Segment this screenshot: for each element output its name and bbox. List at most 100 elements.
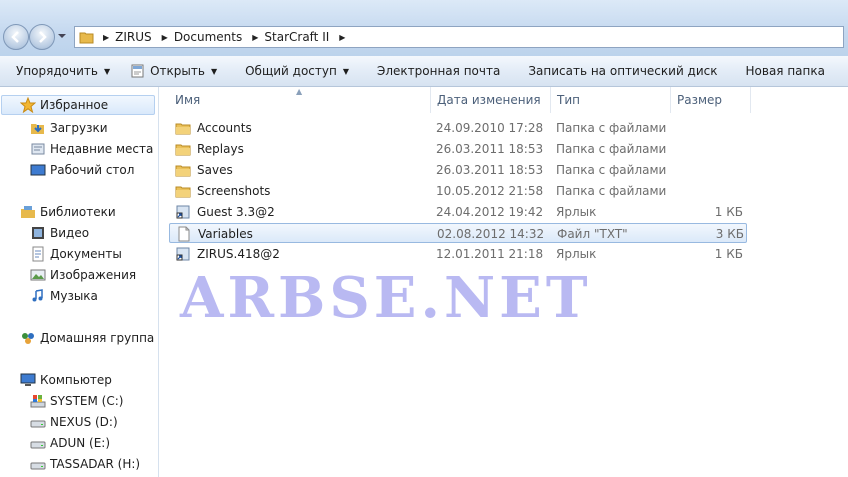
libraries-icon	[21, 206, 35, 218]
nav-downloads[interactable]: Загрузки	[30, 118, 108, 138]
nav-computer[interactable]: Компьютер	[20, 370, 112, 390]
file-row[interactable]: Replays 26.03.2011 18:53 Папка с файлами	[169, 139, 747, 159]
music-icon	[32, 289, 43, 302]
file-row[interactable]: Accounts 24.09.2010 17:28 Папка с файлами	[169, 118, 747, 138]
burn-button[interactable]: Записать на оптический диск	[520, 56, 725, 86]
breadcrumb-documents[interactable]: Documents	[174, 30, 242, 44]
file-name: Replays	[197, 142, 244, 156]
column-name-label: Имя	[175, 93, 201, 107]
history-dropdown-icon[interactable]	[56, 28, 68, 44]
column-header-date[interactable]: Дата изменения	[431, 87, 551, 113]
file-row[interactable]: Variables 02.08.2012 14:32 Файл "TXT" 3 КБ	[169, 223, 747, 243]
file-row[interactable]: Screenshots 10.05.2012 21:58 Папка с файла…	[169, 181, 747, 201]
nav-recent[interactable]: Недавние места	[30, 139, 153, 159]
file-row[interactable]: Guest 3.3@2 24.04.2012 19:42 Ярлык 1 КБ	[169, 202, 747, 222]
nav-homegroup[interactable]: Домашняя группа	[20, 328, 154, 348]
nav-drive-d[interactable]: NEXUS (D:)	[30, 412, 118, 432]
star-icon	[20, 97, 36, 113]
breadcrumb-starcraft[interactable]: StarCraft II	[264, 30, 329, 44]
share-button[interactable]: Общий доступ ▼	[237, 56, 357, 86]
chevron-down-icon: ▼	[103, 66, 111, 76]
nav-music[interactable]: Музыка	[30, 286, 98, 306]
file-row[interactable]: Saves 26.03.2011 18:53 Папка с файлами	[169, 160, 747, 180]
nav-drive-h-label: TASSADAR (H:)	[50, 457, 141, 471]
system-drive-icon	[30, 395, 46, 408]
column-header-type[interactable]: Тип	[551, 87, 671, 113]
nav-libraries[interactable]: Библиотеки	[20, 202, 116, 222]
file-row[interactable]: ZIRUS.418@2 12.01.2011 21:18 Ярлык 1 КБ	[169, 244, 747, 264]
desktop-icon	[30, 164, 46, 176]
file-name: Guest 3.3@2	[197, 205, 275, 219]
nav-desktop-label: Рабочий стол	[50, 163, 135, 177]
address-field[interactable]: ▶ ZIRUS ▶ Documents ▶ StarCraft II ▶	[74, 26, 844, 48]
column-date-label: Дата изменения	[437, 93, 541, 107]
file-size	[663, 139, 743, 159]
nav-desktop[interactable]: Рабочий стол	[30, 160, 134, 180]
documents-icon	[32, 246, 44, 262]
nav-pictures-label: Изображения	[50, 268, 137, 282]
email-button[interactable]: Электронная почта	[369, 56, 508, 86]
open-icon	[131, 64, 144, 78]
file-date: 10.05.2012 21:58	[436, 184, 544, 198]
new-folder-label: Новая папка	[745, 64, 825, 78]
column-size-label: Размер	[677, 93, 723, 107]
recent-places-icon	[31, 143, 45, 155]
file-size	[663, 181, 743, 201]
homegroup-icon	[22, 333, 34, 344]
burn-label: Записать на оптический диск	[528, 64, 718, 78]
email-label: Электронная почта	[376, 64, 501, 78]
file-size	[663, 160, 743, 180]
nav-libraries-label: Библиотеки	[40, 205, 116, 219]
address-bar-region: ▶ ZIRUS ▶ Documents ▶ StarCraft II ▶	[0, 0, 848, 56]
open-button[interactable]: Открыть ▼	[122, 56, 225, 86]
file-name: Accounts	[197, 121, 252, 135]
file-date: 24.09.2010 17:28	[436, 121, 544, 135]
organize-label: Упорядочить	[16, 64, 98, 78]
column-header-size[interactable]: Размер	[671, 87, 751, 113]
nav-favorites[interactable]: Избранное	[1, 95, 155, 115]
chevron-down-icon: ▼	[342, 66, 349, 76]
nav-favorites-label: Избранное	[40, 98, 109, 112]
nav-drive-d-label: NEXUS (D:)	[50, 415, 118, 429]
nav-drive-e[interactable]: ADUN (E:)	[30, 433, 110, 453]
watermark: ARBSE.NET	[180, 265, 592, 331]
breadcrumb-zirus[interactable]: ZIRUS	[115, 30, 152, 44]
forward-arrow-icon	[39, 31, 47, 43]
nav-video[interactable]: Видео	[30, 223, 89, 243]
file-name: Variables	[198, 227, 253, 241]
open-label: Открыть	[150, 64, 205, 78]
file-name: ZIRUS.418@2	[197, 247, 280, 261]
file-name: Saves	[197, 163, 233, 177]
forward-button[interactable]	[29, 24, 55, 50]
file-type: Папка с файлами	[556, 121, 667, 135]
file-size	[663, 118, 743, 138]
file-size: 1 КБ	[714, 205, 743, 219]
folder-icon	[175, 144, 191, 156]
folder-icon	[175, 186, 191, 198]
computer-icon	[20, 373, 36, 386]
file-type: Папка с файлами	[556, 163, 667, 177]
folder-icon	[79, 32, 94, 44]
nav-drive-c-label: SYSTEM (C:)	[50, 394, 124, 408]
file-type: Папка с файлами	[556, 184, 667, 198]
text-file-icon	[178, 226, 190, 242]
chevron-down-icon: ▼	[210, 66, 218, 76]
nav-video-label: Видео	[50, 226, 90, 240]
nav-documents[interactable]: Документы	[30, 244, 122, 264]
nav-computer-label: Компьютер	[40, 373, 112, 387]
drive-icon	[30, 420, 46, 428]
folder-icon	[175, 123, 191, 135]
nav-recent-label: Недавние места	[50, 142, 154, 156]
nav-drive-h[interactable]: TASSADAR (H:)	[30, 454, 140, 474]
sort-ascending-icon: ▲	[296, 87, 303, 96]
back-button[interactable]	[3, 24, 29, 50]
file-size: 3 КБ	[715, 227, 744, 241]
organize-button[interactable]: Упорядочить ▼	[0, 56, 118, 86]
nav-drive-c[interactable]: SYSTEM (C:)	[30, 391, 123, 411]
nav-pictures[interactable]: Изображения	[30, 265, 136, 285]
file-type: Файл "TXT"	[557, 227, 628, 241]
new-folder-button[interactable]: Новая папка	[738, 56, 833, 86]
nav-music-label: Музыка	[50, 289, 98, 303]
file-date: 24.04.2012 19:42	[436, 205, 544, 219]
column-type-label: Тип	[557, 93, 580, 107]
